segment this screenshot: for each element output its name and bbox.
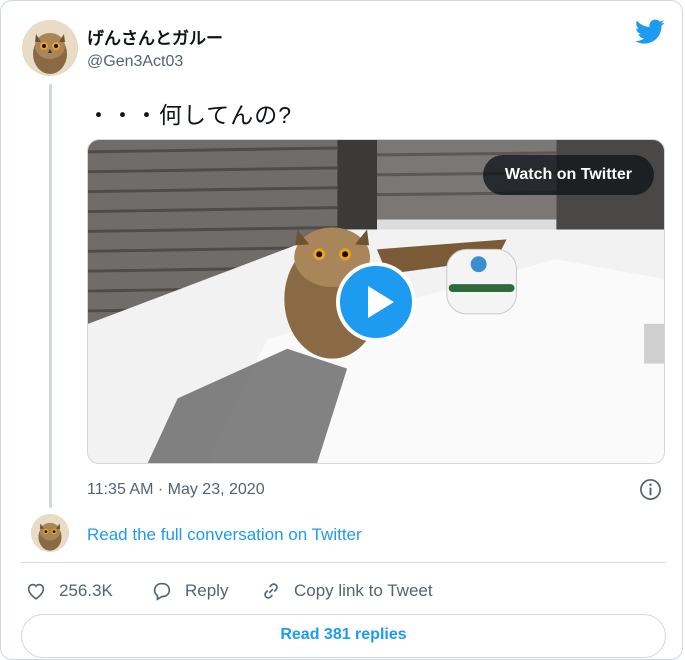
owl-avatar-icon: [22, 20, 78, 76]
read-full-conversation-link[interactable]: Read the full conversation on Twitter: [87, 525, 362, 545]
like-count: 256.3K: [59, 581, 113, 600]
twitter-bird-icon[interactable]: [635, 19, 665, 45]
info-icon[interactable]: [639, 478, 662, 501]
read-replies-button[interactable]: Read 381 replies: [21, 614, 666, 658]
reply-button[interactable]: Reply: [151, 579, 228, 603]
divider: [21, 562, 666, 563]
video-media[interactable]: Watch on Twitter: [87, 139, 665, 464]
tweet-timestamp[interactable]: 11:35 AM · May 23, 2020: [87, 481, 265, 499]
play-icon: [368, 286, 394, 318]
owl-avatar-icon: [31, 514, 69, 552]
play-button[interactable]: [336, 262, 416, 342]
tweet-card: げんさんとガルー @Gen3Act03 ・・・何してんの? Watch on T…: [0, 0, 683, 660]
copy-link-button[interactable]: Copy link to Tweet: [260, 579, 433, 603]
copy-link-label: Copy link to Tweet: [294, 581, 433, 600]
watch-on-twitter-button[interactable]: Watch on Twitter: [482, 155, 654, 195]
tweet-text: ・・・何してんの?: [87, 102, 293, 128]
author-avatar[interactable]: [22, 20, 78, 76]
like-button[interactable]: 256.3K: [25, 579, 113, 603]
small-author-avatar[interactable]: [31, 514, 69, 552]
author-handle[interactable]: @Gen3Act03: [87, 53, 183, 71]
author-name[interactable]: げんさんとガルー: [87, 24, 223, 49]
heart-icon: [27, 583, 45, 600]
thread-line: [49, 84, 52, 508]
reply-label: Reply: [185, 581, 229, 600]
link-icon: [264, 583, 278, 599]
reply-icon: [153, 582, 171, 601]
